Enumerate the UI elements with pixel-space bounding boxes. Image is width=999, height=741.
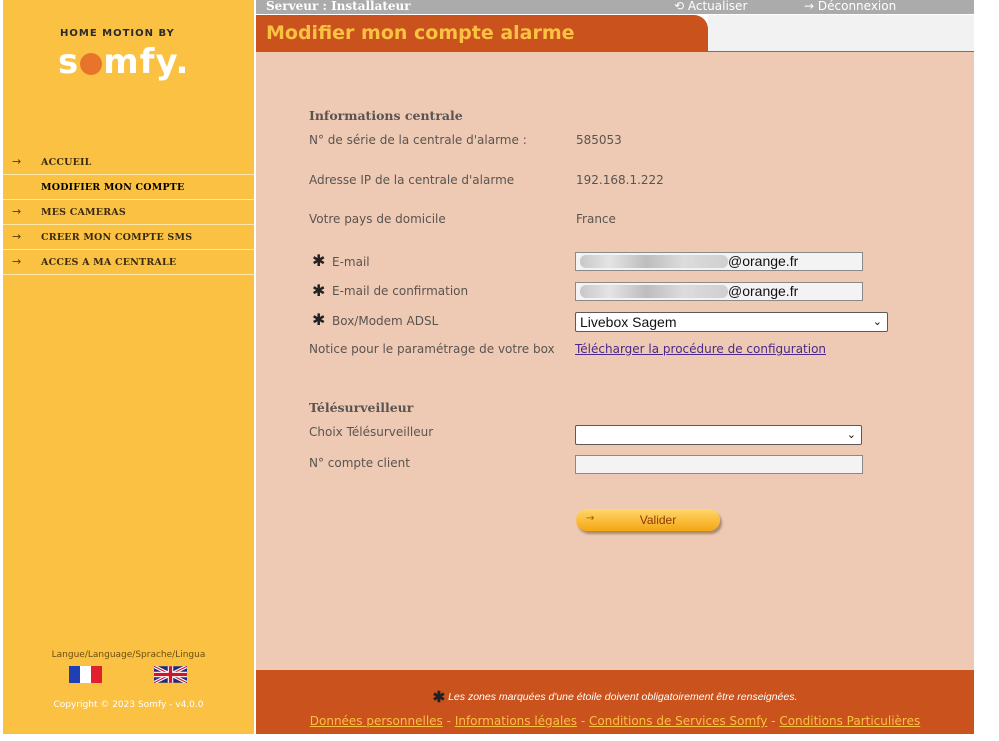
sidebar-item-acces-centrale[interactable]: → ACCES A MA CENTRALE <box>3 250 254 275</box>
monitoring-choice-select[interactable]: ⌄ <box>575 425 862 445</box>
chevron-down-icon: ⌄ <box>872 316 882 328</box>
sidebar-item-creer-compte-sms[interactable]: → CREER MON COMPTE SMS <box>3 225 254 250</box>
link-conditions-services[interactable]: Conditions de Services Somfy <box>589 714 767 728</box>
download-procedure-link[interactable]: Télécharger la procédure de configuratio… <box>575 342 826 356</box>
footer-links: Données personnelles - Informations léga… <box>309 714 921 728</box>
logout-link[interactable]: → Déconnexion <box>804 0 896 13</box>
french-flag-icon[interactable] <box>69 666 102 683</box>
validate-label: Valider <box>639 513 677 527</box>
section-title-central: Informations centrale <box>309 108 463 123</box>
redacted-text <box>580 255 728 268</box>
serial-value: 585053 <box>576 133 622 147</box>
sidebar-item-label: ACCES A MA CENTRALE <box>41 257 177 268</box>
email-field[interactable]: @orange.fr <box>575 252 863 271</box>
country-label: Votre pays de domicile <box>309 212 446 226</box>
link-conditions-particulieres[interactable]: Conditions Particulières <box>779 714 920 728</box>
chevron-down-icon: ⌄ <box>846 429 856 441</box>
email-label: E-mail <box>332 255 370 269</box>
arrow-right-icon: → <box>12 155 22 168</box>
sidebar-item-modifier-mon-compte[interactable]: MODIFIER MON COMPTE <box>3 175 254 200</box>
copyright: Copyright © 2023 Somfy - v4.0.0 <box>53 700 204 710</box>
required-star-icon: ✱ <box>312 281 326 300</box>
title-band <box>708 15 974 52</box>
logo-dot-icon <box>80 53 103 75</box>
logo-wordmark: s mfy. <box>58 42 190 82</box>
sidebar-item-accueil[interactable]: → ACCUEIL <box>3 150 254 175</box>
sidebar: HOME MOTION BY s mfy. → ACCUEIL MODIFIER … <box>3 0 254 734</box>
logo-tagline: HOME MOTION BY <box>60 28 175 39</box>
sidebar-item-label: ACCUEIL <box>41 157 92 168</box>
sidebar-item-label: CREER MON COMPTE SMS <box>41 232 193 243</box>
ip-value: 192.168.1.222 <box>576 173 664 187</box>
main-content: Informations centrale N° de série de la … <box>256 52 974 670</box>
validate-button[interactable]: → Valider <box>576 509 720 531</box>
language-label: Langue/Language/Sprache/Lingua <box>51 650 206 660</box>
country-value: France <box>576 212 616 226</box>
redacted-text <box>580 285 728 298</box>
monitoring-choice-label: Choix Télésurveilleur <box>309 425 434 439</box>
uk-flag-icon[interactable] <box>154 666 187 683</box>
sidebar-item-label: MES CAMERAS <box>41 207 126 218</box>
arrow-right-icon: → <box>804 0 818 13</box>
sidebar-item-label: MODIFIER MON COMPTE <box>41 182 185 193</box>
arrow-right-icon: → <box>12 205 22 218</box>
top-bar: Serveur : Installateur ⟲ Actualiser → Dé… <box>256 0 974 14</box>
email-confirm-field[interactable]: @orange.fr <box>575 282 863 301</box>
client-account-label: N° compte client <box>309 456 410 470</box>
serial-label: N° de série de la centrale d'alarme : <box>309 133 527 147</box>
footer: ✱ Les zones marquées d'une étoile doiven… <box>256 670 974 734</box>
client-account-field[interactable] <box>575 455 863 474</box>
required-star-icon: ✱ <box>312 310 326 329</box>
server-label: Serveur : Installateur <box>266 0 411 13</box>
box-label: Box/Modem ADSL <box>332 314 439 328</box>
required-star-icon: ✱ <box>432 689 446 706</box>
notice-label: Notice pour le paramétrage de votre box <box>309 342 555 356</box>
sidebar-item-mes-cameras[interactable]: → MES CAMERAS <box>3 200 254 225</box>
refresh-link[interactable]: ⟲ Actualiser <box>674 0 747 13</box>
somfy-logo[interactable]: HOME MOTION BY s mfy. <box>3 0 254 110</box>
logout-label: Déconnexion <box>817 0 897 13</box>
ip-label: Adresse IP de la centrale d'alarme <box>309 173 515 187</box>
box-select[interactable]: Livebox Sagem ⌄ <box>575 312 888 332</box>
email-confirm-label: E-mail de confirmation <box>332 284 469 298</box>
sidebar-nav: → ACCUEIL MODIFIER MON COMPTE → MES CAME… <box>3 150 254 275</box>
required-star-icon: ✱ <box>312 251 326 270</box>
page-title: Modifier mon compte alarme <box>266 22 575 44</box>
arrow-right-icon: → <box>12 230 22 243</box>
link-donnees-personnelles[interactable]: Données personnelles <box>310 714 443 728</box>
section-title-monitoring: Télésurveilleur <box>309 400 414 415</box>
page-title-tab: Modifier mon compte alarme <box>256 15 708 52</box>
refresh-icon: ⟲ <box>674 0 688 13</box>
refresh-label: Actualiser <box>687 0 748 13</box>
link-informations-legales[interactable]: Informations légales <box>455 714 577 728</box>
required-fields-note: ✱ Les zones marquées d'une étoile doiven… <box>432 689 798 706</box>
arrow-right-icon: → <box>12 255 22 268</box>
